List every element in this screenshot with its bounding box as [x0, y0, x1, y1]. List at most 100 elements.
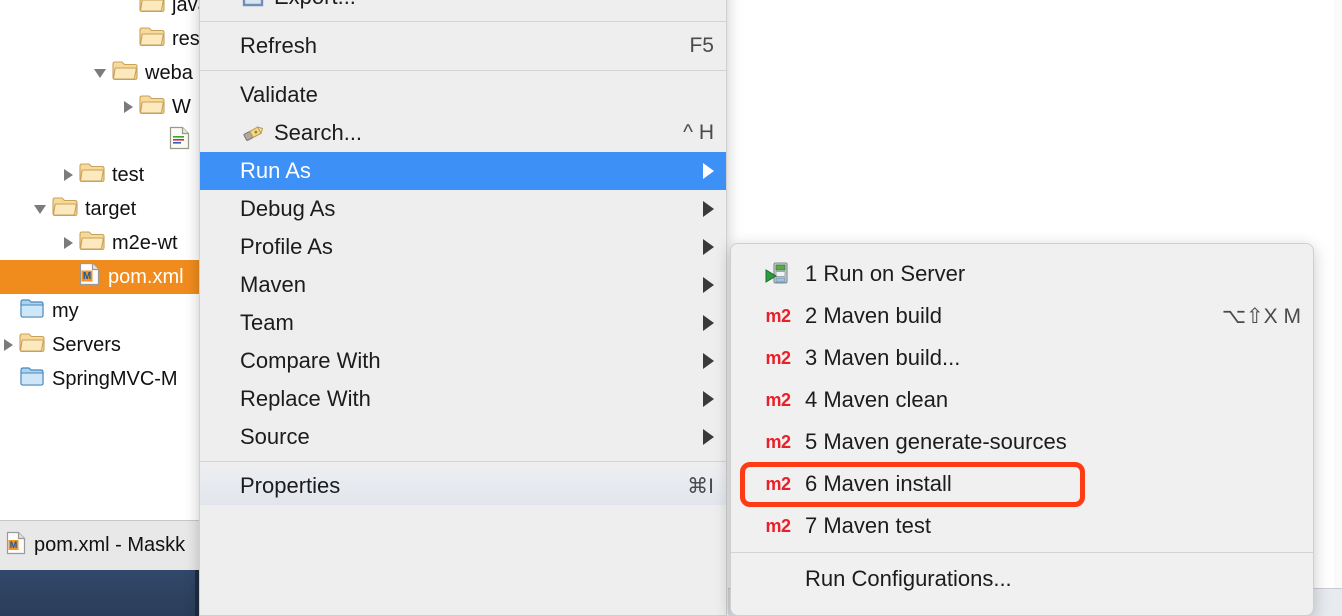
chevron-down-icon[interactable]: [34, 204, 46, 214]
menu-item-compare-with[interactable]: Compare With: [200, 342, 726, 380]
submenu-item-label: 4 Maven clean: [805, 387, 949, 412]
menu-separator: [200, 461, 726, 462]
tree-item-label: weba: [145, 61, 193, 84]
m2-icon: m2: [765, 348, 791, 368]
tree-item[interactable]: test: [0, 158, 200, 192]
editor-tab-label: pom.xml - Maskk: [34, 534, 186, 556]
folder-icon: [79, 229, 105, 257]
menu-item-validate[interactable]: Validate: [200, 76, 726, 114]
m2-icon: m2: [765, 390, 791, 410]
menu-item-label: Validate: [240, 82, 318, 107]
submenu-item-label: 5 Maven generate-sources: [805, 429, 1067, 454]
submenu-item-4-maven-clean[interactable]: m2 4 Maven clean: [731, 379, 1313, 421]
menu-item-run-as[interactable]: Run As: [200, 152, 726, 190]
project-icon: [19, 365, 45, 393]
tree-item-label: W: [172, 95, 191, 118]
submenu-item-label: 7 Maven test: [805, 513, 931, 538]
menu-item-label: Search...: [274, 120, 363, 145]
tree-item[interactable]: my: [0, 294, 200, 328]
menu-item-export[interactable]: Export...: [200, 0, 726, 16]
submenu-item-5-maven-generate-sources[interactable]: m2 5 Maven generate-sources: [731, 421, 1313, 463]
submenu-item-run-configurations[interactable]: Run Configurations...: [731, 558, 1313, 600]
chevron-right-icon[interactable]: [64, 237, 73, 249]
folder-icon: [52, 195, 78, 223]
chevron-right-icon[interactable]: [4, 339, 13, 351]
tree-item-label: java: [172, 0, 200, 16]
menu-item-source[interactable]: Source: [200, 418, 726, 456]
submenu-item-3-maven-build-[interactable]: m2 3 Maven build...: [731, 337, 1313, 379]
submenu-item-shortcut: ⌥⇧X M: [1221, 304, 1301, 328]
submenu-item-label: 3 Maven build...: [805, 345, 961, 370]
svg-text:M: M: [10, 540, 18, 550]
submenu-arrow-icon: [703, 353, 714, 369]
folder-icon: [112, 59, 138, 87]
tree-item-label: SpringMVC-M: [52, 367, 178, 390]
submenu-item-6-maven-install[interactable]: m2 6 Maven install: [731, 463, 1313, 505]
tree-item-label: reso: [172, 27, 200, 50]
menu-item-search[interactable]: Search... ^ H: [200, 114, 726, 152]
submenu-item-label: 1 Run on Server: [805, 261, 966, 286]
chevron-right-icon[interactable]: [124, 101, 133, 113]
submenu-arrow-icon: [703, 239, 714, 255]
menu-item-label: Export...: [274, 0, 714, 10]
menu-item-replace-with[interactable]: Replace With: [200, 380, 726, 418]
menu-item-shortcut: F5: [689, 34, 714, 57]
menu-item-shortcut: ^ H: [683, 121, 714, 144]
maven-pom-icon: M: [79, 262, 101, 292]
tree-item[interactable]: m2e-wt: [0, 226, 200, 260]
project-icon: [19, 297, 45, 325]
submenu-item-2-maven-build[interactable]: m2 2 Maven build ⌥⇧X M: [731, 295, 1313, 337]
tree-item[interactable]: Mpom.xml: [0, 260, 200, 294]
project-explorer-panel[interactable]: java reso weba Win test target m2e-wt Mpom.xml m…: [0, 0, 200, 570]
menu-separator: [200, 21, 726, 22]
menu-item-label: Profile As: [240, 234, 333, 259]
tree-item-label: Servers: [52, 333, 121, 356]
tree-item[interactable]: java: [0, 0, 200, 22]
tree-item[interactable]: Servers: [0, 328, 200, 362]
submenu-arrow-icon: [703, 201, 714, 217]
run-as-submenu[interactable]: 1 Run on Server m2 2 Maven build ⌥⇧X M m2 3 M…: [730, 243, 1314, 616]
tree-item[interactable]: SpringMVC-M: [0, 362, 200, 396]
chevron-down-icon[interactable]: [94, 68, 106, 78]
menu-item-label: Run As: [240, 158, 311, 183]
tree-item[interactable]: weba: [0, 56, 200, 90]
run-on-server-icon: [765, 261, 791, 287]
search-pencil-icon: [240, 120, 266, 146]
menu-item-label: Refresh: [240, 33, 318, 58]
tree-item[interactable]: reso: [0, 22, 200, 56]
folder-icon: [139, 93, 165, 121]
submenu-item-label: 2 Maven build: [805, 303, 942, 328]
tree-item[interactable]: in: [0, 124, 200, 158]
menu-item-debug-as[interactable]: Debug As: [200, 190, 726, 228]
tree-item[interactable]: target: [0, 192, 200, 226]
submenu-arrow-icon: [703, 277, 714, 293]
menu-item-team[interactable]: Team: [200, 304, 726, 342]
menu-item-refresh[interactable]: Refresh F5: [200, 27, 726, 65]
context-menu[interactable]: Import...Export...RefreshF5ValidateSearc…: [199, 0, 727, 616]
menu-item-properties[interactable]: Properties ⌘I: [200, 467, 726, 505]
export-icon: [240, 0, 266, 10]
vertical-scrollbar[interactable]: [1334, 0, 1342, 616]
menu-item-label: Properties: [240, 473, 341, 498]
tree-item-label: pom.xml: [108, 265, 184, 288]
chevron-right-icon[interactable]: [64, 169, 73, 181]
submenu-arrow-icon: [703, 315, 714, 331]
tree-item[interactable]: W: [0, 90, 200, 124]
folder-icon: [19, 331, 45, 359]
editor-tab-pom-xml[interactable]: M pom.xml - Maskk: [0, 520, 200, 570]
folder-icon: [79, 161, 105, 189]
submenu-item-1-run-on-server[interactable]: 1 Run on Server: [731, 253, 1313, 295]
menu-item-maven[interactable]: Maven: [200, 266, 726, 304]
tree-item-label: test: [112, 163, 145, 186]
submenu-item-7-maven-test[interactable]: m2 7 Maven test: [731, 505, 1313, 547]
menu-item-label: Team: [240, 310, 294, 335]
menu-item-label: Source: [240, 424, 310, 449]
m2-icon: m2: [765, 474, 791, 494]
folder-icon: [139, 25, 165, 53]
menu-item-profile-as[interactable]: Profile As: [200, 228, 726, 266]
